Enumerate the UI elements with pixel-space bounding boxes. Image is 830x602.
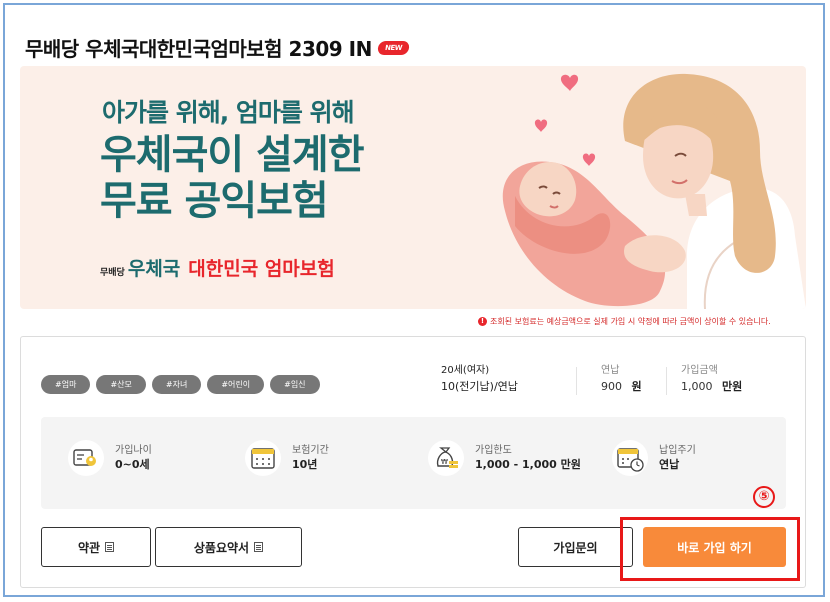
svg-text:₩: ₩ bbox=[441, 458, 448, 466]
info-payment-cycle: 납입주기 연납 bbox=[611, 439, 696, 477]
divider bbox=[666, 367, 667, 395]
annual-premium-label: 연납 bbox=[601, 365, 620, 376]
tag-item[interactable]: #산모 bbox=[96, 375, 146, 394]
tag-item[interactable]: #임신 bbox=[270, 375, 320, 394]
heart-icon bbox=[582, 153, 596, 166]
info-join-age: 가입나이 0~0세 bbox=[67, 439, 152, 477]
product-title: 무배당 우체국대한민국엄마보험 2309 IN NEW bbox=[25, 33, 410, 62]
banner-brand: 무배당 우체국 대한민국 엄마보험 bbox=[100, 254, 335, 281]
join-age-label: 가입나이 bbox=[115, 445, 152, 456]
coverage-amount: 가입금액 1,000 만원 bbox=[681, 363, 742, 395]
terms-button-label: 약관 bbox=[77, 540, 101, 555]
join-limit-value: 1,000 - 1,000 만원 bbox=[475, 458, 581, 471]
payment-cycle-label: 납입주기 bbox=[659, 445, 696, 456]
calendar-clock-icon bbox=[612, 440, 648, 476]
annual-premium-unit: 원 bbox=[631, 380, 642, 393]
price-notice: ! 조회된 보험료는 예상금액으로 실제 가입 시 약정에 따라 금액이 상이할… bbox=[478, 316, 771, 327]
annual-premium: 연납 900 원 bbox=[601, 363, 642, 395]
coverage-amount-unit: 만원 bbox=[722, 380, 743, 393]
step-marker: ⑤ bbox=[753, 486, 775, 508]
alert-icon: ! bbox=[478, 317, 487, 326]
age-gender: 20세(여자) bbox=[441, 365, 490, 376]
apply-highlight-box bbox=[620, 517, 800, 581]
tag-list: #엄마 #산모 #자녀 #어린이 #임신 bbox=[41, 375, 320, 394]
tag-item[interactable]: #엄마 bbox=[41, 375, 91, 394]
banner-headline-line1: 우체국이 설계한 bbox=[100, 132, 365, 178]
tag-item[interactable]: #어린이 bbox=[207, 375, 265, 394]
insurance-period-label: 보험기간 bbox=[292, 445, 329, 456]
join-age-value: 0~0세 bbox=[115, 458, 150, 471]
heart-icon bbox=[560, 74, 579, 91]
divider bbox=[576, 367, 577, 395]
info-join-limit: ₩ 가입한도 1,000 - 1,000 만원 bbox=[427, 439, 581, 477]
tag-item[interactable]: #자녀 bbox=[151, 375, 202, 394]
id-card-icon bbox=[68, 440, 104, 476]
banner-headline: 우체국이 설계한 무료 공익보험 bbox=[100, 132, 365, 224]
inquiry-button[interactable]: 가입문의 bbox=[518, 527, 633, 567]
payment-cycle-value: 연납 bbox=[659, 458, 680, 471]
calendar-icon bbox=[245, 440, 281, 476]
product-banner: 아가를 위해, 엄마를 위해 우체국이 설계한 무료 공익보험 무배당 우체국 … bbox=[20, 66, 806, 309]
coverage-amount-label: 가입금액 bbox=[681, 365, 718, 376]
new-badge: NEW bbox=[376, 40, 410, 55]
heart-icon bbox=[534, 119, 548, 132]
inquiry-button-label: 가입문의 bbox=[553, 540, 598, 555]
mother-baby-illustration bbox=[502, 73, 806, 309]
info-insurance-period: 보험기간 10년 bbox=[244, 439, 329, 477]
notice-text: 조회된 보험료는 예상금액으로 실제 가입 시 약정에 따라 금액이 상이할 수… bbox=[490, 317, 771, 326]
insurance-period-value: 10년 bbox=[292, 458, 318, 471]
product-info-panel: 가입나이 0~0세 보험기간 10년 ₩ 가입한도 1,000 - 1,000 … bbox=[41, 417, 786, 509]
money-bag-icon: ₩ bbox=[428, 440, 464, 476]
product-summary-button[interactable]: 상품요약서 bbox=[155, 527, 302, 567]
coverage-amount-value: 1,000 bbox=[681, 380, 713, 393]
banner-subtitle: 아가를 위해, 엄마를 위해 bbox=[102, 98, 355, 127]
banner-brand-product: 대한민국 엄마보험 bbox=[188, 258, 335, 280]
product-summary-button-label: 상품요약서 bbox=[193, 540, 250, 555]
join-limit-label: 가입한도 bbox=[475, 445, 512, 456]
annual-premium-value: 900 bbox=[601, 380, 622, 393]
banner-headline-line2: 무료 공익보험 bbox=[100, 178, 329, 224]
document-icon bbox=[254, 542, 264, 552]
payment-term: 10(전기납)/연납 bbox=[441, 380, 518, 393]
terms-button[interactable]: 약관 bbox=[41, 527, 151, 567]
product-title-text: 무배당 우체국대한민국엄마보험 2309 IN bbox=[25, 37, 372, 61]
age-gender-summary: 20세(여자) 10(전기납)/연납 bbox=[441, 363, 518, 395]
document-icon bbox=[105, 542, 115, 552]
banner-brand-prefix: 무배당 bbox=[100, 268, 125, 278]
banner-brand-org: 우체국 bbox=[127, 258, 181, 280]
